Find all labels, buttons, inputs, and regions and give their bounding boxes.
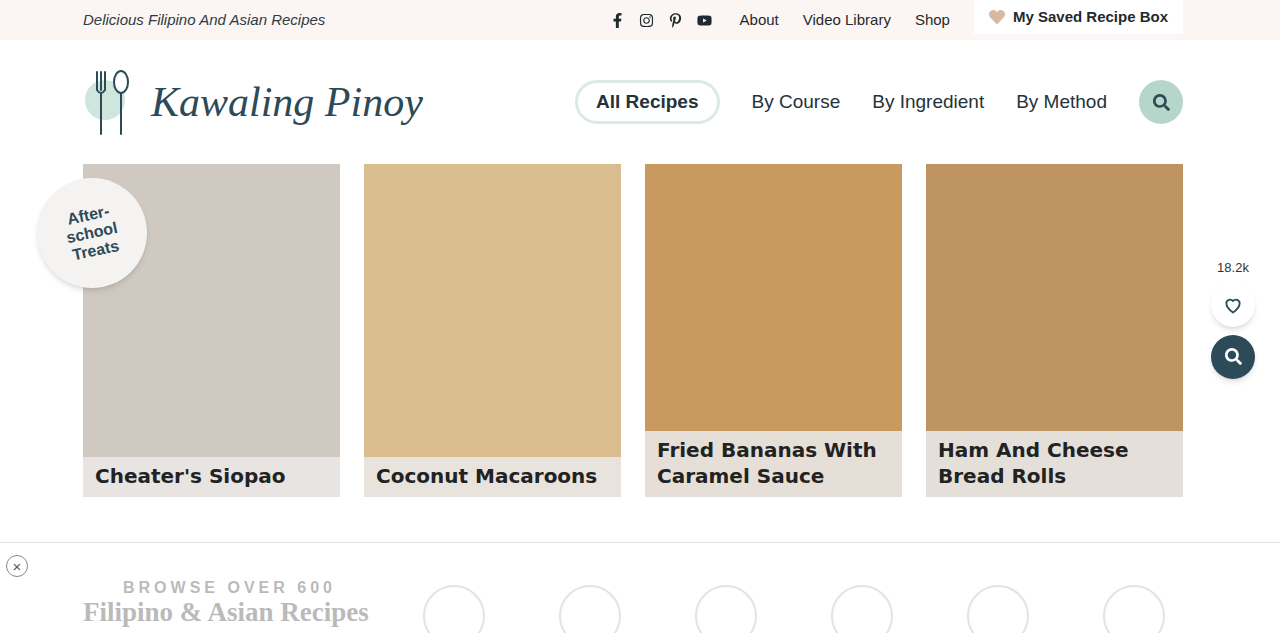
recipe-caption: Ham And Cheese Bread Rolls (926, 431, 1183, 497)
recipe-caption: Fried Bananas With Caramel Sauce (645, 431, 902, 497)
top-link[interactable]: Shop (915, 9, 950, 32)
recipe-caption: Coconut Macaroons (364, 457, 621, 497)
tagline: Delicious Filipino And Asian Recipes (83, 9, 325, 32)
recipe-card[interactable]: Fried Bananas With Caramel Sauce (645, 164, 902, 497)
nav-item[interactable]: By Ingredient (872, 80, 984, 125)
search-icon (1153, 94, 1170, 111)
browse-eyebrow: BROWSE OVER 600 (123, 579, 423, 597)
floating-actions: 18.2k (1208, 258, 1258, 379)
browse-strip: BROWSE OVER 600Filipino & Asian Recipes × (0, 542, 1280, 633)
after-school-badge: After-school Treats (37, 178, 147, 288)
search-icon (1225, 348, 1242, 365)
recipe-caption: Cheater's Siopao (83, 457, 340, 497)
header: Kawaling Pinoy All Recipes By Course By Ing… (83, 40, 1183, 164)
page: Delicious Filipino And Asian Recipes Abou… (0, 0, 1280, 633)
top-link[interactable]: About (740, 9, 779, 32)
logo[interactable]: Kawaling Pinoy (83, 66, 423, 138)
browse-heading: Filipino & Asian Recipes (83, 597, 423, 627)
facebook-icon[interactable] (610, 13, 625, 28)
floating-search-button[interactable] (1211, 335, 1255, 379)
nav-item[interactable]: All Recipes (575, 80, 719, 125)
heart-icon (989, 9, 1005, 25)
search-button[interactable] (1139, 80, 1183, 124)
category-circle[interactable] (831, 585, 893, 633)
recipe-card[interactable]: Coconut Macaroons (364, 164, 621, 497)
save-count: 18.2k (1217, 258, 1249, 278)
save-heart-button[interactable] (1211, 283, 1255, 327)
heart-outline-icon (1223, 295, 1243, 315)
category-circle[interactable] (695, 585, 757, 633)
top-link[interactable]: Video Library (803, 9, 891, 32)
nav-item[interactable]: By Course (752, 80, 841, 125)
instagram-icon[interactable] (639, 13, 654, 28)
saved-recipe-box-button[interactable]: My Saved Recipe Box (974, 0, 1183, 34)
pinterest-icon[interactable] (668, 13, 683, 28)
close-button[interactable]: × (6, 555, 28, 577)
category-circle[interactable] (423, 585, 485, 633)
category-circle[interactable] (967, 585, 1029, 633)
nav-item[interactable]: By Method (1016, 80, 1107, 125)
card-grid: Cheater's Siopao Coconut Macaroons Fried B… (83, 164, 1183, 497)
category-circle[interactable] (1103, 585, 1165, 633)
youtube-icon[interactable] (697, 13, 712, 28)
recipe-card[interactable]: Ham And Cheese Bread Rolls (926, 164, 1183, 497)
category-circle[interactable] (559, 585, 621, 633)
top-bar: Delicious Filipino And Asian Recipes Abou… (0, 0, 1280, 40)
fork-spoon-icon (83, 66, 145, 138)
